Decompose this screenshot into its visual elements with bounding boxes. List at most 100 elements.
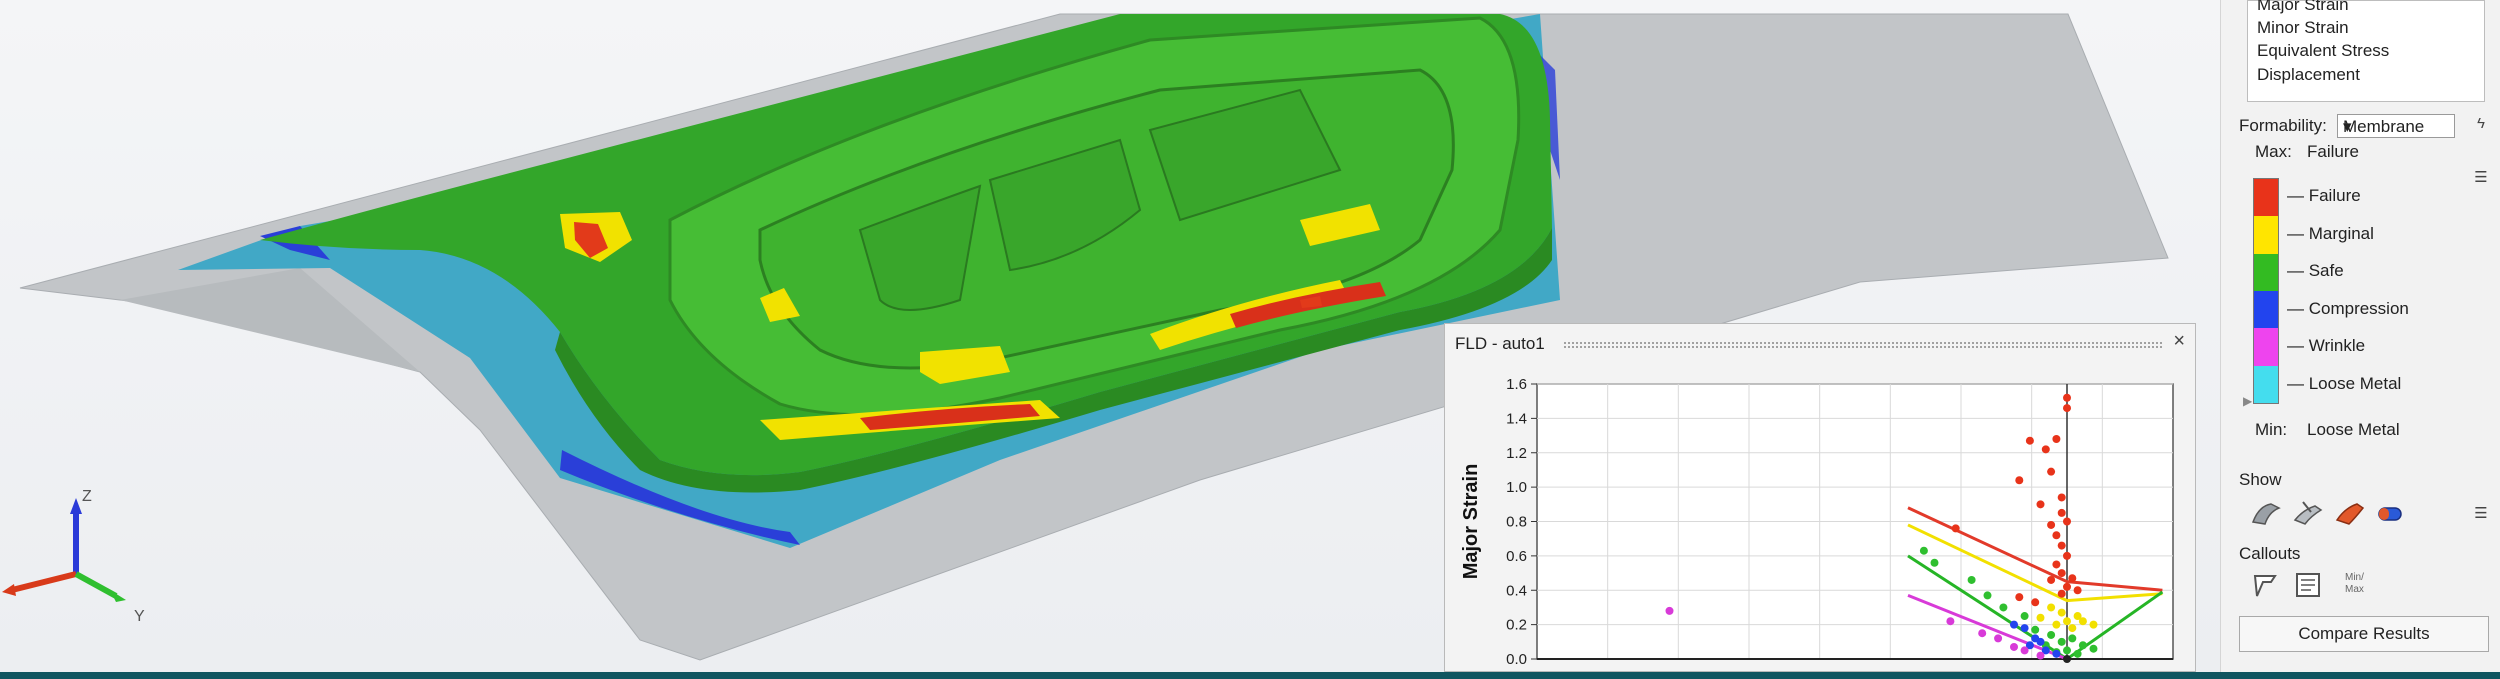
result-item-major-strain[interactable]: Major Strain bbox=[2257, 0, 2349, 15]
legend-label-safe: — Safe bbox=[2287, 261, 2344, 280]
show-blank-icon[interactable] bbox=[2333, 496, 2367, 530]
fld-point-series-2 bbox=[1930, 558, 1939, 567]
formability-select[interactable]: Membrane ▾ bbox=[2337, 114, 2455, 138]
callouts-label: Callouts bbox=[2239, 544, 2301, 563]
legend-label-wrinkle: — Wrinkle bbox=[2287, 336, 2366, 355]
fld-point-series-3 bbox=[2010, 620, 2018, 629]
fld-point-series-2 bbox=[2020, 612, 2029, 621]
fld-point-series-1 bbox=[2089, 620, 2098, 629]
axis-z-label: Z bbox=[82, 488, 92, 505]
fld-point-series-1 bbox=[2078, 617, 2087, 626]
legend-min-value: Loose Metal bbox=[2307, 420, 2400, 439]
fld-point-series-0 bbox=[2057, 589, 2066, 598]
legend-max-label: Max: bbox=[2255, 142, 2292, 161]
fld-point-series-4 bbox=[1665, 606, 1674, 615]
fld-point-series-0 bbox=[2063, 404, 2071, 413]
fld-point-series-2 bbox=[1967, 575, 1976, 584]
3d-viewport[interactable]: Z Y 0.0 0.2 0.4 0.6 0.8 1.0 1.2 1.4 1.6 Major Str… bbox=[0, 0, 2220, 672]
legend-slider-arrow-icon[interactable]: ▶ bbox=[2243, 394, 2252, 408]
callout-minmax-label-2: Max bbox=[2345, 584, 2364, 595]
fld-point-series-1 bbox=[2063, 617, 2071, 626]
fld-point-series-2 bbox=[1983, 591, 1992, 600]
callout-pin-icon[interactable] bbox=[2249, 568, 2283, 602]
legend-menu-icon[interactable]: ☰ bbox=[2471, 168, 2491, 188]
fld-point-series-5 bbox=[2063, 655, 2071, 663]
fld-y-tick-label: 1.4 bbox=[1506, 410, 1527, 427]
fld-point-series-0 bbox=[2063, 517, 2071, 526]
fld-y-tick-label: 0.4 bbox=[1506, 582, 1527, 599]
legend-label-failure: — Failure bbox=[2287, 186, 2361, 205]
fld-point-series-4 bbox=[1994, 634, 2003, 643]
formability-label: Formability: bbox=[2239, 116, 2327, 135]
axis-y-label: Y bbox=[134, 608, 145, 625]
fld-point-series-2 bbox=[2057, 637, 2066, 646]
fld-point-series-1 bbox=[2057, 608, 2066, 617]
fld-point-series-2 bbox=[2078, 641, 2087, 650]
fld-y-tick-label: 1.6 bbox=[1506, 376, 1527, 393]
result-item-equivalent-stress[interactable]: Equivalent Stress bbox=[2257, 41, 2389, 61]
fld-point-series-2 bbox=[2063, 646, 2071, 655]
result-item-minor-strain[interactable]: Minor Strain bbox=[2257, 18, 2349, 38]
fld-y-tick-label: 0.0 bbox=[1506, 651, 1527, 668]
fld-point-series-0 bbox=[2073, 586, 2082, 595]
fld-point-series-2 bbox=[1919, 546, 1928, 555]
legend-min-label: Min: bbox=[2255, 420, 2288, 439]
fld-point-series-0 bbox=[2041, 445, 2050, 454]
compare-results-button[interactable]: Compare Results bbox=[2239, 616, 2489, 652]
show-bead-icon[interactable] bbox=[2373, 496, 2407, 530]
show-tools-icon[interactable] bbox=[2291, 496, 2325, 530]
fld-point-series-2 bbox=[2073, 649, 2082, 658]
fld-point-series-2 bbox=[2031, 625, 2040, 634]
fld-point-series-4 bbox=[1978, 629, 1987, 638]
fld-point-series-0 bbox=[2047, 575, 2056, 584]
fld-close-icon[interactable]: × bbox=[2173, 330, 2185, 353]
fld-y-tick-label: 1.0 bbox=[1506, 479, 1527, 496]
fld-point-series-4 bbox=[2020, 646, 2029, 655]
fld-point-series-4 bbox=[2036, 651, 2045, 660]
fld-point-series-0 bbox=[2063, 582, 2071, 591]
fld-point-series-1 bbox=[2052, 620, 2061, 629]
fld-point-series-0 bbox=[2031, 598, 2040, 607]
fld-point-series-0 bbox=[2057, 541, 2066, 550]
fld-point-series-0 bbox=[2063, 393, 2071, 402]
fld-point-series-3 bbox=[2036, 637, 2045, 646]
results-side-panel: Major Strain Minor Strain Equivalent Str… bbox=[2220, 0, 2500, 672]
lightning-icon[interactable]: ϟ bbox=[2471, 114, 2491, 134]
fld-point-series-0 bbox=[2057, 493, 2066, 502]
callout-note-icon[interactable] bbox=[2291, 568, 2325, 602]
fld-point-series-0 bbox=[2052, 435, 2061, 443]
result-item-displacement[interactable]: Displacement bbox=[2257, 65, 2360, 85]
callout-minmax-button[interactable]: Min/ Max bbox=[2345, 572, 2364, 596]
fld-window[interactable]: 0.0 0.2 0.4 0.6 0.8 1.0 1.2 1.4 1.6 Major Strain … bbox=[1444, 323, 2196, 672]
fld-y-tick-label: 0.8 bbox=[1506, 514, 1527, 531]
legend-max-value: Failure bbox=[2307, 142, 2359, 161]
fld-point-series-2 bbox=[2089, 644, 2098, 653]
show-part-icon[interactable] bbox=[2249, 496, 2283, 530]
fld-y-tick-label: 0.6 bbox=[1506, 548, 1527, 565]
fld-point-series-0 bbox=[1951, 524, 1960, 533]
fld-point-series-0 bbox=[2015, 476, 2024, 485]
fld-y-tick-label: 0.2 bbox=[1506, 617, 1527, 634]
legend-label-marginal: — Marginal bbox=[2287, 224, 2374, 243]
legend-swatch-3 bbox=[2254, 290, 2278, 329]
formability-legend-colorbar bbox=[2253, 178, 2279, 404]
fld-window-title: FLD - auto1 bbox=[1455, 334, 1545, 353]
fld-window-drag-handle[interactable] bbox=[1563, 341, 2163, 349]
fld-point-series-1 bbox=[2047, 603, 2056, 612]
fld-point-series-0 bbox=[2052, 531, 2061, 540]
callout-minmax-label-1: Min/ bbox=[2345, 572, 2364, 583]
legend-swatch-4 bbox=[2254, 328, 2278, 366]
show-menu-icon[interactable]: ☰ bbox=[2471, 504, 2491, 524]
legend-label-loose-metal: — Loose Metal bbox=[2287, 374, 2402, 393]
legend-label-compression: — Compression bbox=[2287, 299, 2409, 318]
result-type-list[interactable]: Major Strain Minor Strain Equivalent Str… bbox=[2247, 0, 2485, 102]
legend-swatch-1 bbox=[2254, 216, 2278, 254]
fld-point-series-4 bbox=[1946, 617, 1955, 626]
chevron-down-icon: ▾ bbox=[2343, 117, 2352, 136]
fld-point-series-1 bbox=[2068, 624, 2077, 633]
legend-swatch-0 bbox=[2254, 179, 2278, 217]
fld-y-axis-label: Major Strain bbox=[1460, 464, 1482, 580]
show-label: Show bbox=[2239, 470, 2282, 489]
fld-point-series-2 bbox=[2047, 630, 2056, 639]
fld-chart: 0.0 0.2 0.4 0.6 0.8 1.0 1.2 1.4 1.6 Major Strain bbox=[1460, 376, 2174, 668]
